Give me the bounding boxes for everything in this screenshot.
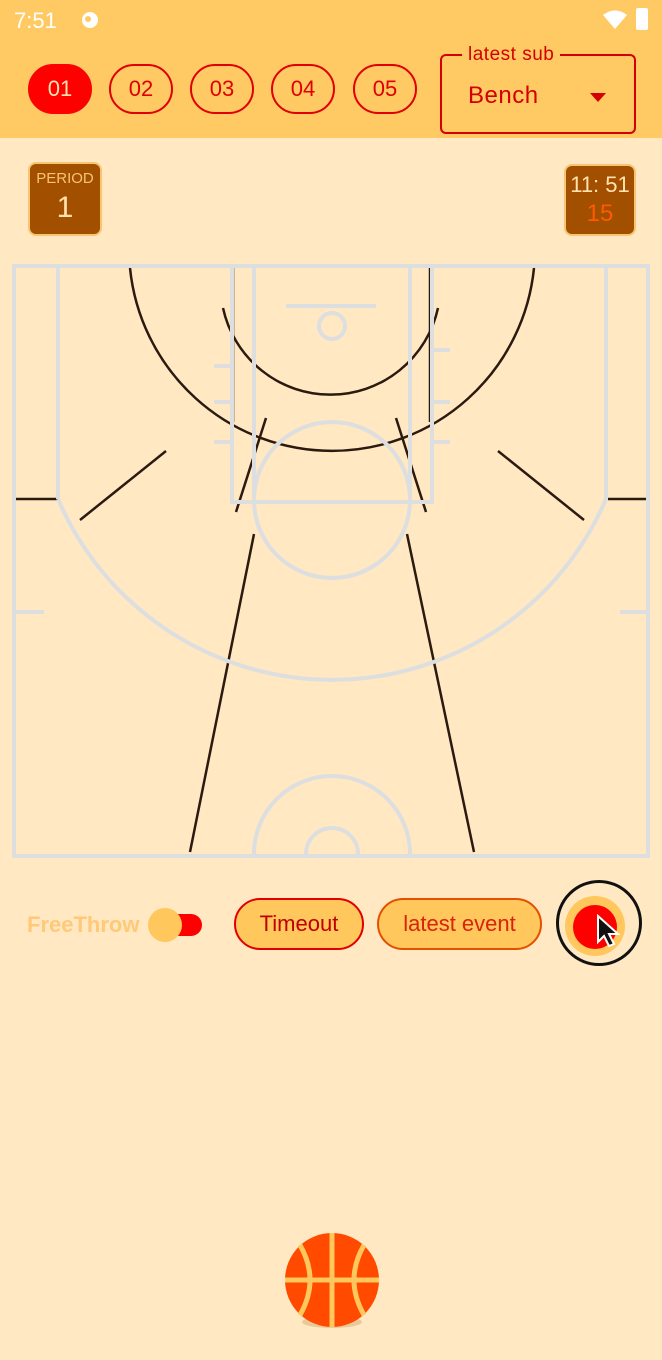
notification-icon (82, 12, 98, 28)
center-circle-inner (304, 826, 360, 855)
basketball-court[interactable] (10, 262, 652, 860)
battery-icon (636, 8, 648, 30)
latest-sub-value: Bench (468, 82, 539, 109)
status-time: 7:51 (14, 8, 57, 33)
latest-sub-dropdown[interactable]: latest sub Bench (440, 44, 636, 134)
period-label: PERIOD (36, 170, 94, 187)
player-button-03[interactable]: 03 (190, 64, 254, 114)
three-point-arc (56, 498, 608, 682)
timeout-button[interactable]: Timeout (234, 898, 364, 950)
rim (317, 311, 347, 341)
wifi-icon (603, 10, 627, 29)
player-button-04[interactable]: 04 (271, 64, 335, 114)
center-circle (252, 774, 412, 855)
dropdown-arrow-icon (590, 93, 606, 102)
free-throw-label: FreeThrow (27, 912, 140, 937)
cursor-icon (597, 914, 621, 948)
shot-clock: 15 (586, 200, 614, 227)
court-boundary (12, 264, 650, 858)
latest-sub-label: latest sub (462, 44, 561, 66)
player-button-02[interactable]: 02 (109, 64, 173, 114)
player-button-01[interactable]: 01 (28, 64, 92, 114)
game-clock-card[interactable]: 11: 51 15 (564, 164, 636, 236)
toggle-thumb[interactable] (148, 908, 182, 942)
latest-event-button[interactable]: latest event (377, 898, 542, 950)
basketball-icon[interactable] (282, 1230, 382, 1330)
player-button-05[interactable]: 05 (353, 64, 417, 114)
game-clock: 11: 51 (570, 172, 630, 197)
period-value: 1 (56, 191, 74, 224)
period-card[interactable]: PERIOD 1 (28, 162, 102, 236)
